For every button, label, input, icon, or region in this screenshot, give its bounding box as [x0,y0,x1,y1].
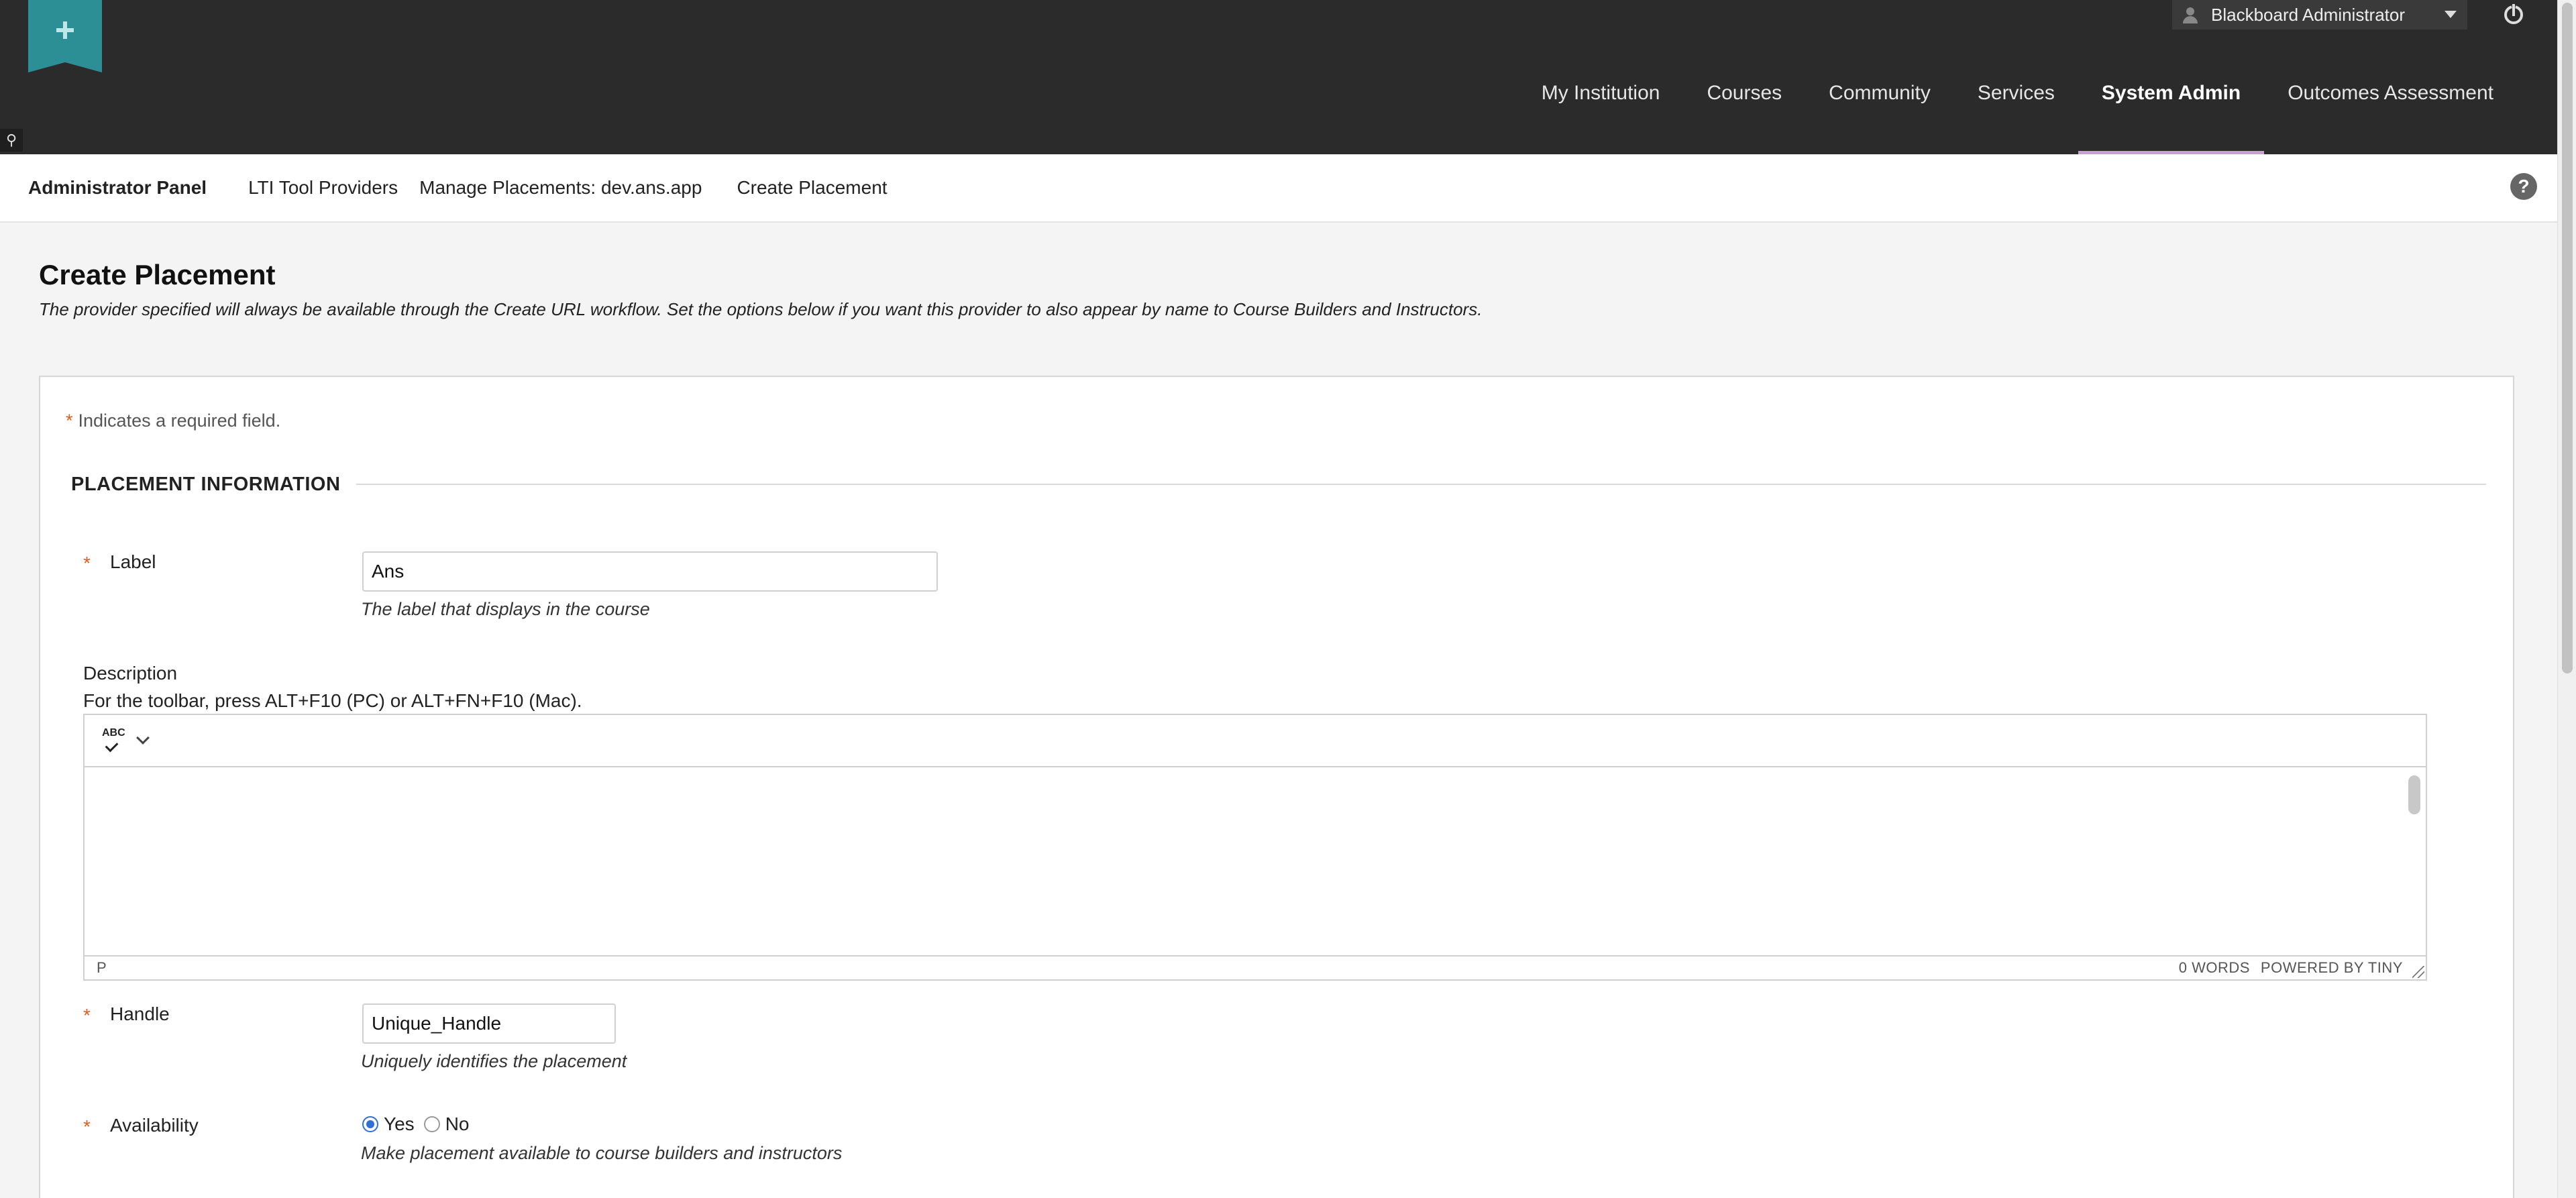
availability-radio-group: Yes No [362,1113,478,1135]
description-label: Description [83,663,178,684]
spellcheck-icon[interactable]: ABC [102,727,125,754]
handle-input[interactable] [362,1003,616,1044]
availability-yes-label[interactable]: Yes [384,1113,415,1135]
handle-hint: Uniquely identifies the placement [361,1051,627,1071]
handle-label: Handle [110,1003,170,1024]
description-text-area[interactable] [85,767,2426,958]
page-title: Create Placement [39,259,276,290]
editor-status-bar: P 0 WORDS POWERED BY TINY [85,955,2426,979]
availability-yes-radio[interactable] [362,1116,378,1132]
breadcrumb-create-placement: Create Placement [737,177,888,198]
editor-toolbar: ABC [85,715,2426,767]
editor-scrollbar[interactable] [2408,775,2420,814]
required-field-note: * Indicates a required field. [66,411,280,431]
page-subtitle: The provider specified will always be av… [39,299,1483,319]
label-input[interactable] [362,551,938,592]
required-note-text: Indicates a required field. [78,411,281,431]
availability-required-star: * [83,1116,91,1137]
page-scrollbar[interactable] [2557,0,2576,1198]
add-tool-flag-icon[interactable] [28,0,102,72]
caret-down-icon [2445,11,2457,18]
availability-no-label[interactable]: No [445,1113,470,1135]
top-bar: ⚲ Blackboard Administrator My Institutio… [0,0,2557,154]
editor-toolbar-hint: For the toolbar, press ALT+F10 (PC) or A… [83,690,582,711]
breadcrumb: Administrator Panel LTI Tool Providers M… [0,154,2557,223]
handle-required-star: * [83,1005,91,1026]
section-divider [71,484,2486,485]
availability-hint: Make placement available to course build… [361,1143,843,1163]
label-field-label: Label [110,551,156,572]
help-icon[interactable]: ? [2510,173,2537,200]
resize-handle-icon[interactable] [2412,966,2424,978]
breadcrumb-administrator-panel[interactable]: Administrator Panel [28,177,207,199]
powered-by-tiny[interactable]: POWERED BY TINY [2261,959,2403,977]
required-star: * [66,411,73,431]
tab-courses[interactable]: Courses [1683,70,1805,154]
availability-no-radio[interactable] [423,1116,440,1132]
user-icon [2182,6,2199,23]
tab-outcomes-assessment[interactable]: Outcomes Assessment [2264,70,2517,154]
description-editor: ABC P 0 WORDS POWERED BY TINY [83,714,2427,981]
top-navigation: My Institution Courses Community Service… [1518,70,2517,154]
page-scroll-thumb[interactable] [2562,3,2573,673]
availability-label: Availability [110,1115,199,1136]
power-icon-line [2512,4,2515,16]
tab-services[interactable]: Services [1954,70,2078,154]
editor-element-path[interactable]: P [97,959,107,977]
breadcrumb-manage-placements[interactable]: Manage Placements: dev.ans.app [419,177,702,199]
user-menu[interactable]: Blackboard Administrator [2172,0,2467,30]
link-icon[interactable]: ⚲ [0,129,23,152]
tab-community[interactable]: Community [1805,70,1954,154]
breadcrumb-lti-tool-providers[interactable]: LTI Tool Providers [248,177,398,199]
tab-my-institution[interactable]: My Institution [1518,70,1684,154]
tab-system-admin[interactable]: System Admin [2078,70,2265,154]
label-required-star: * [83,553,91,574]
word-count[interactable]: 0 WORDS [2179,959,2250,977]
label-hint: The label that displays in the course [361,599,650,619]
chevron-down-icon[interactable] [136,731,150,745]
section-title: PLACEMENT INFORMATION [71,474,357,496]
user-name: Blackboard Administrator [2211,4,2406,25]
